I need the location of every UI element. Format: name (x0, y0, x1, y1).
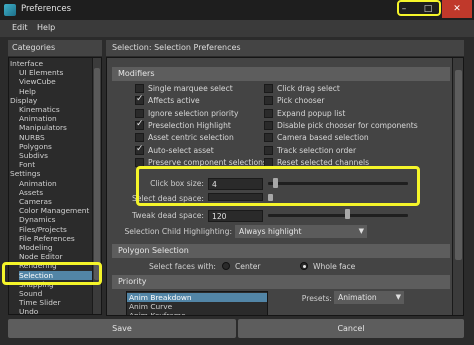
select-faces-label: Select faces with: (148, 262, 216, 271)
checkbox-right-3[interactable] (264, 120, 273, 130)
checkbox-label: Asset centric selection (148, 133, 234, 143)
checkbox-label: Track selection order (277, 145, 357, 155)
child-highlighting-label: Selection Child Highlighting: (124, 227, 232, 236)
window-title: Preferences (21, 4, 71, 14)
category-item[interactable]: Animation (19, 114, 93, 123)
category-item[interactable]: Kinematics (19, 105, 93, 114)
category-item[interactable]: Interface (10, 59, 93, 68)
category-item[interactable]: Modeling (19, 243, 93, 252)
checkbox-right-1[interactable] (264, 96, 273, 106)
presets-value: Animation (338, 293, 377, 302)
category-item[interactable]: Animation (19, 179, 93, 188)
categories-header: Categories (8, 40, 102, 56)
checkbox-label: Disable pick chooser for components (277, 120, 418, 130)
presets-label: Presets: (301, 294, 332, 303)
modifiers-section-header[interactable]: Modifiers (112, 67, 450, 81)
category-item[interactable]: Color Management (19, 206, 93, 215)
tweak-dead-space-label: Tweak dead space: (132, 211, 204, 220)
highlight-box-window-controls (397, 0, 441, 16)
checkbox-label: Click drag select (277, 84, 340, 93)
category-item[interactable]: Undo (19, 307, 93, 314)
preferences-scroll-thumb[interactable] (455, 70, 462, 260)
tweak-dead-space-slider[interactable] (268, 214, 408, 217)
category-item[interactable]: Time Slider (19, 298, 93, 307)
priority-section-header[interactable]: Priority (112, 275, 450, 289)
checkbox-left-5[interactable] (135, 144, 144, 155)
priority-item[interactable]: Anim Curve (127, 302, 267, 311)
highlight-box-click-box-size (136, 166, 420, 206)
tweak-dead-space-handle[interactable] (345, 209, 351, 219)
checkbox-right-5[interactable] (264, 145, 273, 155)
category-item[interactable]: Polygons (19, 142, 93, 151)
category-item[interactable]: Node Editor (19, 252, 93, 261)
checkbox-label: Preselection Highlight (148, 120, 231, 130)
priority-list[interactable]: Anim Breakdown Anim Curve Anim Keyframe (126, 291, 268, 316)
checkbox-right-2[interactable] (264, 108, 273, 118)
category-item[interactable]: Files/Projects (19, 225, 93, 234)
chevron-down-icon: ▼ (358, 227, 364, 235)
checkbox-label: Pick chooser (277, 96, 325, 106)
checkbox-label: Expand popup list (277, 108, 346, 118)
radio-center[interactable] (222, 262, 230, 270)
radio-whole-face[interactable] (300, 262, 308, 270)
chevron-down-icon: ▼ (395, 293, 401, 301)
checkbox-label: Ignore selection priority (148, 108, 239, 118)
category-item[interactable]: Assets (19, 188, 93, 197)
cancel-button[interactable]: Cancel (238, 319, 464, 338)
app-icon (4, 4, 16, 16)
menu-edit[interactable]: Edit (12, 23, 28, 32)
category-item[interactable]: NURBS (19, 133, 93, 142)
polygon-selection-section-header[interactable]: Polygon Selection (112, 244, 450, 258)
menu-bar: Edit Help (0, 20, 474, 37)
category-item[interactable]: UI Elements (19, 68, 93, 77)
category-item[interactable]: Sound (19, 289, 93, 298)
preferences-scrollbar[interactable] (452, 58, 463, 315)
presets-dropdown[interactable]: Animation ▼ (334, 291, 404, 304)
checkbox-label: Auto-select asset (148, 145, 214, 155)
checkbox-right-0[interactable] (264, 84, 273, 93)
priority-item[interactable]: Anim Keyframe (127, 311, 267, 315)
category-item[interactable]: ViewCube (19, 77, 93, 86)
child-highlighting-dropdown[interactable]: Always highlight ▼ (235, 225, 367, 238)
category-item[interactable]: Dynamics (19, 215, 93, 224)
tweak-dead-space-field[interactable]: 120 (208, 210, 263, 222)
category-item[interactable]: File References (19, 234, 93, 243)
radio-whole-face-label: Whole face (313, 262, 356, 271)
priority-item[interactable]: Anim Breakdown (127, 293, 267, 302)
category-item[interactable]: Display (10, 96, 93, 105)
checkbox-label: Single marquee select (148, 84, 233, 93)
highlight-box-selection-category (2, 262, 102, 285)
category-item[interactable]: Subdivs (19, 151, 93, 160)
menu-help[interactable]: Help (37, 23, 55, 32)
child-highlighting-value: Always highlight (239, 227, 302, 236)
save-button[interactable]: Save (8, 319, 236, 338)
category-item[interactable]: Manipulators (19, 123, 93, 132)
checkbox-left-2[interactable] (135, 108, 144, 118)
categories-scroll-thumb[interactable] (94, 68, 100, 280)
category-item[interactable]: Help (19, 87, 93, 96)
checkbox-label: Affects active (148, 96, 200, 106)
checkbox-left-0[interactable] (135, 84, 144, 93)
checkbox-left-3[interactable] (135, 119, 144, 130)
checkbox-left-4[interactable] (135, 133, 144, 143)
checkbox-right-4[interactable] (264, 133, 273, 143)
close-button[interactable]: ✕ (442, 0, 472, 18)
category-item[interactable]: Font (19, 160, 93, 169)
category-item[interactable]: Cameras (19, 197, 93, 206)
panel-title: Selection: Selection Preferences (106, 40, 464, 56)
category-item[interactable]: Settings (10, 169, 93, 178)
checkbox-label: Camera based selection (277, 133, 369, 143)
radio-center-label: Center (235, 262, 261, 271)
checkbox-left-1[interactable] (135, 94, 144, 106)
